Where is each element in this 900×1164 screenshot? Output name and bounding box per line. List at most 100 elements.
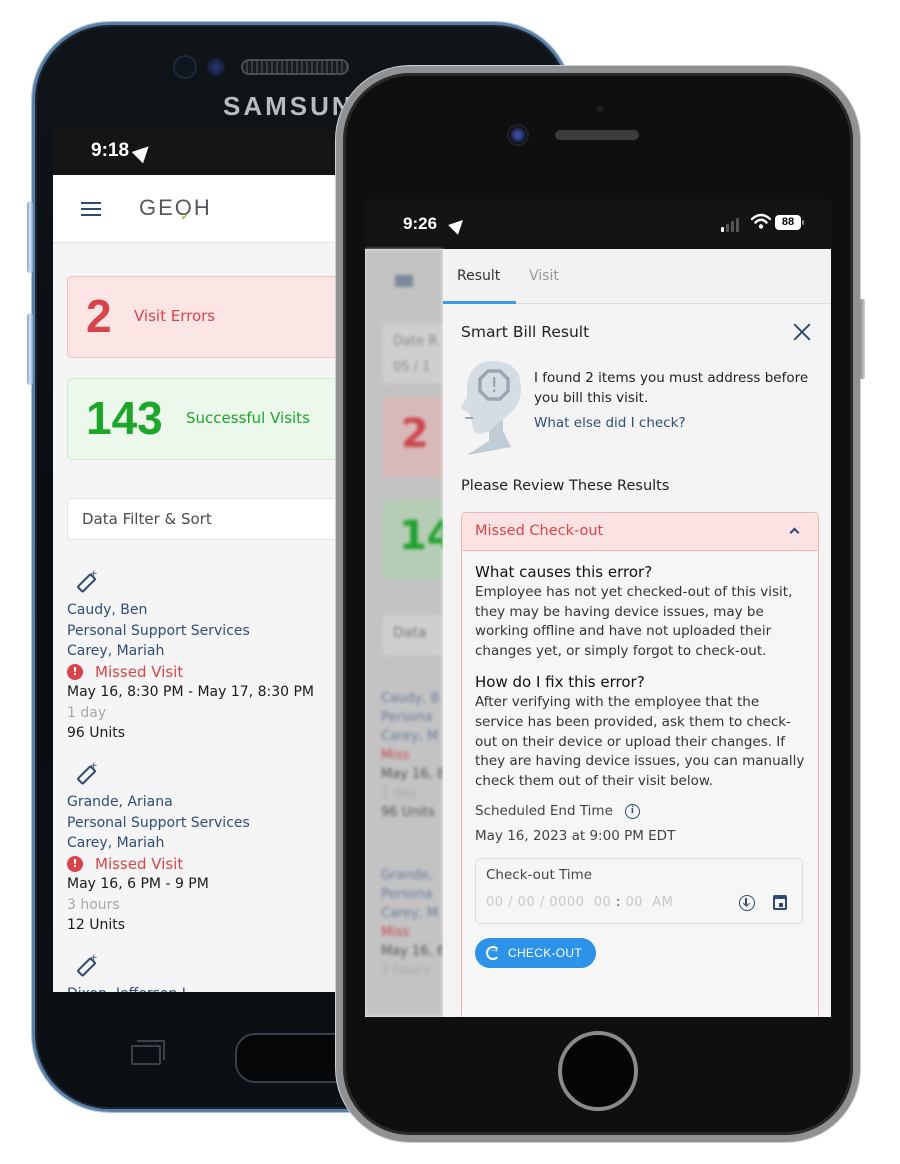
visit-client: Grande, xyxy=(381,868,434,883)
visit-list-item[interactable]: Caudy, Ben Personal Support Services Car… xyxy=(67,564,353,744)
visit-status: ! Missed Visit xyxy=(67,662,353,683)
ai-head-alert-icon xyxy=(461,361,521,455)
accordion-header[interactable]: Missed Check-out xyxy=(462,513,818,551)
visit-client: Caudy, B xyxy=(381,691,440,706)
volume-down-button xyxy=(27,313,33,385)
logo-pin-mark: O ✔ xyxy=(175,195,194,223)
visit-errors-card[interactable]: 2 Visit Errors xyxy=(67,276,353,358)
app-bar: GEO ✔ H xyxy=(53,175,353,243)
date-placeholder: 00 / 00 / 0000 xyxy=(486,895,585,911)
status-time: 9:26 xyxy=(403,214,438,233)
checkout-button-label: CHECK-OUT xyxy=(508,946,583,961)
volume-up-button xyxy=(27,201,33,273)
calendar-icon[interactable] xyxy=(773,895,787,911)
panel-title: Smart Bill Result xyxy=(461,323,590,341)
successful-visits-count: 143 xyxy=(86,392,163,444)
app-logo: GEO ✔ H xyxy=(139,195,212,223)
edit-pencil-icon[interactable] xyxy=(75,564,98,594)
home-button xyxy=(558,1031,638,1111)
checkout-time-placeholder[interactable]: 00 / 00 / 0000 00 : 00 AM xyxy=(486,895,673,910)
data-filter-sort-button[interactable]: Data Filter & Sort xyxy=(67,498,353,540)
close-icon[interactable] xyxy=(793,323,811,341)
successful-visits-card[interactable]: 143 Successful Visits xyxy=(67,378,353,460)
visit-client[interactable]: Grande, Ariana xyxy=(67,792,353,813)
fix-answer: After verifying with the employee that t… xyxy=(475,694,805,789)
visit-client[interactable]: Dixon, Jefferson L xyxy=(67,984,353,992)
date-range-label: Date R xyxy=(393,334,438,349)
visit-time-range: May 16, 8 xyxy=(381,767,443,782)
visit-time-range: May 16, 8:30 PM - May 17, 8:30 PM xyxy=(67,684,314,700)
edit-pencil-icon[interactable] xyxy=(75,756,98,786)
location-arrow-icon xyxy=(448,215,468,235)
what-else-checked-link[interactable]: What else did I check? xyxy=(534,415,686,431)
arrow-down-circle-icon[interactable] xyxy=(739,895,755,912)
checkout-button[interactable]: CHECK-OUT xyxy=(475,938,597,969)
visit-duration: 1 day xyxy=(67,704,107,721)
error-alert-icon: ! xyxy=(67,855,83,872)
chevron-up-icon[interactable] xyxy=(789,527,800,538)
date-range-field: Date R 05 / 1 xyxy=(383,323,443,383)
visit-status-text: Missed Visit xyxy=(95,662,184,681)
logo-text-end: H xyxy=(193,195,212,220)
scheduled-end-label: Scheduled End Time i xyxy=(475,803,805,819)
error-alert-icon: ! xyxy=(67,663,83,680)
power-button xyxy=(860,299,865,379)
tab-result[interactable]: Result xyxy=(457,268,500,284)
visit-errors-card: 2 xyxy=(383,397,443,477)
tab-bar: Result Visit xyxy=(443,249,831,304)
cause-answer: Employee has not yet checked-out of this… xyxy=(475,584,793,659)
minute-placeholder: 00 xyxy=(625,895,643,911)
successful-visits-card: 14 xyxy=(383,499,443,579)
cell-signal-icon xyxy=(721,218,739,232)
hamburger-menu-icon xyxy=(395,275,413,287)
visit-time-range: May 16, 6 xyxy=(381,944,443,959)
sensor-icon xyxy=(175,57,195,77)
found-items-message: I found 2 items you must address before … xyxy=(534,370,809,406)
visit-status: ! Missed Visit xyxy=(67,854,353,875)
review-heading: Please Review These Results xyxy=(461,478,670,494)
location-arrow-icon xyxy=(131,140,155,164)
earpiece-speaker xyxy=(241,59,349,75)
scheduled-end-value: May 16, 2023 at 9:00 PM EDT xyxy=(475,828,676,845)
fix-question: How do I fix this error? xyxy=(475,673,645,692)
visit-employee: Carey, M xyxy=(381,729,439,744)
active-tab-indicator xyxy=(443,301,516,304)
accordion-title: Missed Check-out xyxy=(475,523,604,539)
samsung-screen: 9:18 GEO ✔ H 2 Visit Errors 143 Successful… xyxy=(53,130,353,992)
checkout-time-label: Check-out Time xyxy=(486,867,593,884)
recent-apps-icon xyxy=(131,1040,165,1065)
data-filter-sort-button: Data xyxy=(383,615,443,655)
visit-client[interactable]: Caudy, Ben xyxy=(67,600,353,621)
visit-list: Caudy, B Persona Carey, M Miss May 16, 8… xyxy=(381,689,443,980)
status-time: 9:18 xyxy=(91,140,130,161)
visit-time-range: May 16, 6 PM - 9 PM xyxy=(67,876,209,892)
check-icon: ✔ xyxy=(180,212,192,223)
visit-errors-count: 2 xyxy=(86,290,112,342)
logout-arrow-icon xyxy=(486,943,500,961)
visit-list-item[interactable]: Grande, Ariana Personal Support Services… xyxy=(67,756,353,936)
status-bar: 9:18 xyxy=(53,130,353,175)
visit-duration: 1 day xyxy=(381,786,418,801)
checkout-time-input[interactable]: Check-out Time 00 / 00 / 0000 00 : 00 AM xyxy=(475,858,803,925)
smart-bill-drawer: Result Visit Smart Bill Result I found 2… xyxy=(443,249,831,1017)
visit-list-item[interactable]: Dixon, Jefferson L xyxy=(67,948,353,992)
status-bar: 9:26 88 xyxy=(365,199,831,249)
visit-service: Persona xyxy=(381,710,433,725)
tab-visit[interactable]: Visit xyxy=(529,268,559,284)
hour-placeholder: 00 xyxy=(593,895,612,911)
info-icon[interactable]: i xyxy=(624,803,640,819)
visit-errors-label: Visit Errors xyxy=(134,307,216,325)
edit-pencil-icon[interactable] xyxy=(75,948,98,978)
battery-icon: 88 xyxy=(775,215,804,230)
visit-status: Miss xyxy=(381,748,410,763)
visit-employee: Carey, Mariah xyxy=(67,835,165,851)
visit-units: 96 Units xyxy=(67,725,126,741)
filter-label: Data Filter & Sort xyxy=(82,510,212,528)
successful-visits-label: Successful Visits xyxy=(186,409,310,427)
blurred-background-page[interactable]: Date R 05 / 1 2 14 Data Caudy, B Persona… xyxy=(365,249,443,1017)
front-camera-icon xyxy=(509,126,527,144)
cause-question: What causes this error? xyxy=(475,563,653,581)
front-camera-icon xyxy=(207,58,225,76)
hamburger-menu-icon[interactable] xyxy=(81,202,101,216)
ampm-placeholder: AM xyxy=(652,895,674,911)
